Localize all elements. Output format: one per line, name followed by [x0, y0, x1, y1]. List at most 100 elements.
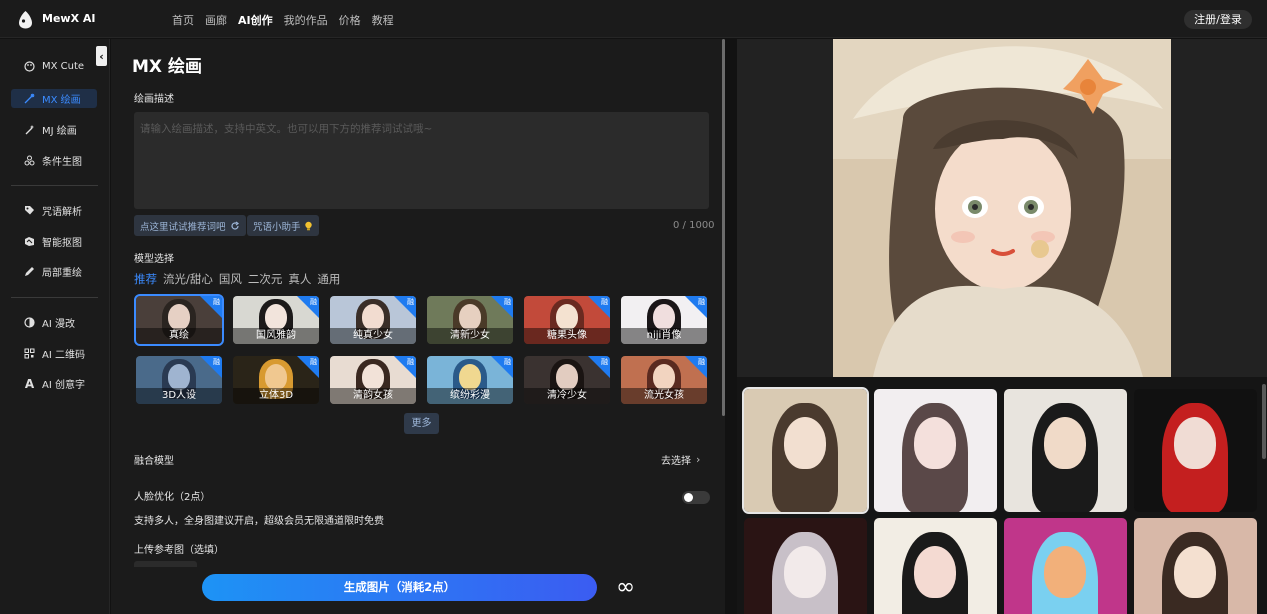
model-label: 清冷少女: [524, 388, 610, 404]
nav-gallery[interactable]: 画廊: [205, 12, 227, 28]
model-card[interactable]: 融清冷少女: [524, 356, 610, 404]
gallery-thumbnail[interactable]: [1004, 518, 1127, 614]
model-label: 缤纷彩漫: [427, 388, 513, 404]
model-card[interactable]: 融清韵女孩: [330, 356, 416, 404]
sidebar-divider: [11, 185, 98, 186]
fusion-badge-label: 融: [310, 358, 317, 366]
model-thumb-face: [556, 304, 578, 330]
page-title: MX 绘画: [132, 57, 202, 77]
sidebar-item-mx-cute[interactable]: MX Cute: [11, 57, 97, 76]
nav-tutorial[interactable]: 教程: [372, 12, 394, 28]
toggle-knob: [684, 493, 693, 502]
tag-icon: [24, 205, 35, 216]
nodes-icon: [24, 155, 35, 166]
fusion-badge-label: 融: [698, 358, 705, 366]
tab-real-person[interactable]: 真人: [288, 271, 311, 287]
fusion-badge-label: 融: [213, 298, 220, 306]
fusion-select-label: 去选择: [661, 456, 691, 467]
nav-home[interactable]: 首页: [172, 12, 194, 28]
sidebar-item-ai-manga[interactable]: AI 漫改: [11, 313, 97, 332]
gallery-thumbnail[interactable]: [874, 518, 997, 614]
chevron-right-icon: ›: [696, 453, 701, 466]
tab-chinese-style[interactable]: 国风: [219, 271, 242, 287]
sidebar-item-ai-qrcode[interactable]: AI 二维码: [11, 344, 97, 363]
sidebar-item-mj-paint[interactable]: MJ 绘画: [11, 120, 97, 139]
model-label: 清韵女孩: [330, 388, 416, 404]
tab-recommended[interactable]: 推荐: [134, 271, 157, 287]
face-optimize-label: 人脸优化（2点）: [134, 492, 211, 503]
sidebar-divider: [11, 297, 98, 298]
portrait-illustration: [833, 39, 1171, 377]
nav-ai-create[interactable]: AI创作: [238, 12, 273, 28]
gallery-thumbnail[interactable]: [1004, 389, 1127, 512]
sidebar-item-label: 咒语解析: [42, 207, 82, 218]
model-thumb-face: [459, 364, 481, 390]
gallery-scrollbar[interactable]: [1262, 384, 1266, 459]
upload-reference-label: 上传参考图（选填）: [134, 545, 224, 556]
infinity-icon[interactable]: ∞: [616, 575, 635, 599]
brand-name[interactable]: MewX AI: [42, 12, 96, 25]
model-card[interactable]: 融纯真少女: [330, 296, 416, 344]
spell-helper-label: 咒语小助手: [253, 221, 301, 233]
collapse-sidebar-button[interactable]: ‹: [96, 46, 107, 66]
model-card[interactable]: 融立体3D: [233, 356, 319, 404]
qrcode-icon: [24, 348, 35, 359]
wand-icon: [24, 124, 35, 135]
model-card[interactable]: 融 niji肖像: [621, 296, 707, 344]
tab-glow-sweet[interactable]: 流光/甜心: [163, 271, 213, 287]
nav-pricing[interactable]: 价格: [339, 12, 361, 28]
model-card[interactable]: 融清新少女: [427, 296, 513, 344]
model-card[interactable]: 融国风雅韵: [233, 296, 319, 344]
model-card[interactable]: 融真绘: [134, 294, 224, 346]
face-optimize-toggle[interactable]: [682, 491, 710, 504]
model-thumb-face: [168, 304, 190, 330]
lightbulb-icon: [304, 221, 312, 230]
fusion-badge-label: 融: [213, 358, 220, 366]
gallery-thumbnail[interactable]: [874, 389, 997, 512]
sidebar-item-ai-font[interactable]: A AI 创意字: [11, 374, 97, 393]
try-recommended-words-button[interactable]: 点这里试试推荐词吧: [134, 215, 246, 236]
model-card[interactable]: 融流光女孩: [621, 356, 707, 404]
more-models-button[interactable]: 更多: [404, 413, 439, 434]
thumb-face: [784, 417, 826, 469]
gallery-thumbnail[interactable]: [1134, 389, 1257, 512]
gallery-thumbnail[interactable]: [1134, 518, 1257, 614]
model-label: 纯真少女: [330, 328, 416, 344]
brand-logo-icon[interactable]: [17, 10, 34, 29]
gallery-thumbnail[interactable]: [742, 387, 869, 514]
model-thumb-face: [653, 364, 675, 390]
thumb-face: [914, 546, 956, 598]
spell-helper-button[interactable]: 咒语小助手: [247, 215, 319, 236]
model-thumb-face: [168, 364, 190, 390]
thumb-face: [914, 417, 956, 469]
sidebar-item-inpaint[interactable]: 局部重绘: [11, 262, 97, 281]
gallery-thumbnail[interactable]: [744, 518, 867, 614]
letter-a-icon: A: [24, 376, 35, 391]
brush-icon: [24, 93, 35, 104]
sidebar-item-mx-paint[interactable]: MX 绘画: [11, 89, 97, 108]
model-card[interactable]: 融缤纷彩漫: [427, 356, 513, 404]
nav-my-works[interactable]: 我的作品: [284, 12, 328, 28]
sidebar-item-label: 智能抠图: [42, 238, 82, 249]
fusion-select-link[interactable]: 去选择 ›: [661, 452, 700, 467]
generate-button[interactable]: 生成图片（消耗2点）: [202, 574, 597, 601]
model-label: 真绘: [136, 328, 222, 344]
tab-general[interactable]: 通用: [317, 271, 340, 287]
model-thumb-face: [362, 304, 384, 330]
model-card[interactable]: 融糖果头像: [524, 296, 610, 344]
tab-anime[interactable]: 二次元: [248, 271, 283, 287]
sidebar-item-smart-cutout[interactable]: 智能抠图: [11, 232, 97, 251]
description-input[interactable]: 请输入绘画描述，支持中英文。也可以用下方的推荐词试试哦~: [134, 112, 709, 209]
sidebar-item-conditional[interactable]: 条件生图: [11, 151, 97, 170]
model-card[interactable]: 融 3D人设: [136, 356, 222, 404]
model-label: 糖果头像: [524, 328, 610, 344]
sidebar-item-label: AI 漫改: [42, 319, 75, 330]
upload-reference-button[interactable]: [134, 561, 197, 567]
model-thumb-face: [265, 364, 287, 390]
login-button[interactable]: 注册/登录: [1184, 10, 1252, 29]
model-thumb-face: [556, 364, 578, 390]
model-label: 国风雅韵: [233, 328, 319, 344]
sidebar-item-spell-parse[interactable]: 咒语解析: [11, 201, 97, 220]
main-scrollbar[interactable]: [722, 39, 725, 416]
preview-image[interactable]: [833, 39, 1171, 377]
